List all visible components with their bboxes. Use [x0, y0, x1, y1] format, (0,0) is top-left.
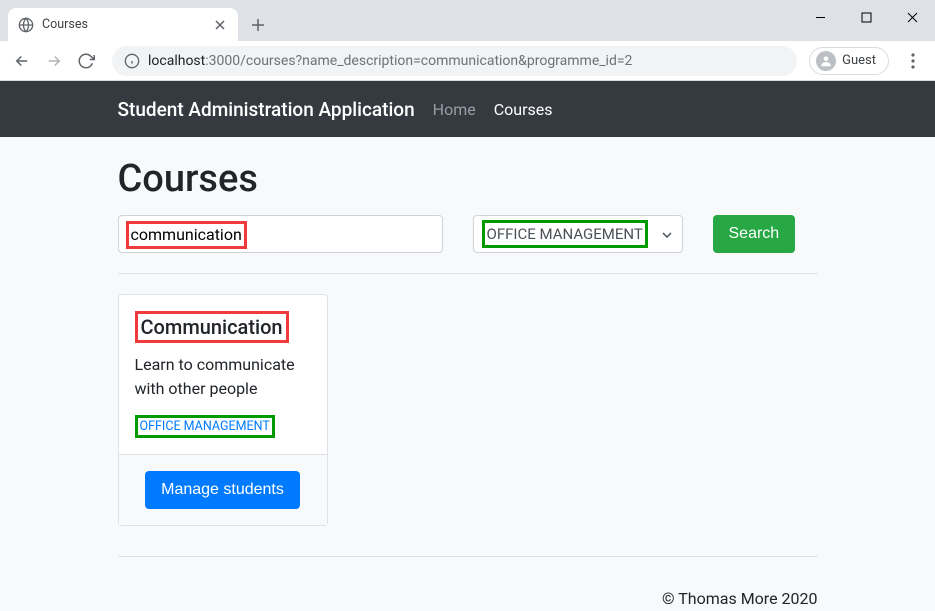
window-controls [797, 0, 935, 34]
search-button[interactable]: Search [713, 215, 796, 253]
course-card: Communication Learn to communicate with … [118, 294, 328, 526]
site-info-icon[interactable] [124, 53, 140, 69]
page-content: Student Administration Application Home … [0, 81, 935, 611]
profile-chip[interactable]: Guest [809, 47, 889, 75]
url-host: localhost [148, 53, 205, 69]
close-icon[interactable] [212, 17, 228, 33]
search-input[interactable] [118, 215, 443, 253]
divider [118, 273, 818, 274]
programme-value-highlight: OFFICE MANAGEMENT [482, 220, 648, 248]
programme-select[interactable]: OFFICE MANAGEMENT [473, 215, 683, 253]
page-title: Courses [118, 157, 818, 201]
course-title: Communication [135, 311, 289, 343]
forward-button[interactable] [40, 47, 68, 75]
window-close-button[interactable] [889, 0, 935, 34]
brand[interactable]: Student Administration Application [118, 98, 415, 121]
app-navbar: Student Administration Application Home … [0, 81, 935, 137]
nav-link-courses[interactable]: Courses [494, 100, 553, 119]
browser-toolbar: localhost:3000/courses?name_description=… [0, 41, 935, 81]
manage-students-button[interactable]: Manage students [145, 471, 300, 509]
avatar-icon [816, 51, 836, 71]
reload-button[interactable] [72, 47, 100, 75]
tab-title: Courses [42, 17, 212, 32]
address-bar[interactable]: localhost:3000/courses?name_description=… [112, 46, 797, 76]
browser-tab[interactable]: Courses [8, 8, 238, 41]
minimize-button[interactable] [797, 0, 843, 34]
course-description: Learn to communicate with other people [135, 353, 311, 401]
tab-strip: Courses [0, 0, 935, 41]
back-button[interactable] [8, 47, 36, 75]
browser-chrome: Courses localhost:3000/courses?na [0, 0, 935, 81]
chevron-down-icon [662, 227, 672, 241]
search-form: communication OFFICE MANAGEMENT Search [118, 215, 818, 253]
divider [118, 556, 818, 557]
new-tab-button[interactable] [244, 11, 272, 39]
menu-button[interactable] [899, 47, 927, 75]
url-path: :3000/courses?name_description=communica… [205, 53, 632, 69]
maximize-button[interactable] [843, 0, 889, 34]
course-programme-tag[interactable]: OFFICE MANAGEMENT [135, 415, 275, 438]
profile-label: Guest [842, 53, 876, 68]
globe-icon [18, 17, 34, 33]
nav-link-home[interactable]: Home [433, 100, 476, 119]
footer-text: © Thomas More 2020 [118, 577, 818, 611]
